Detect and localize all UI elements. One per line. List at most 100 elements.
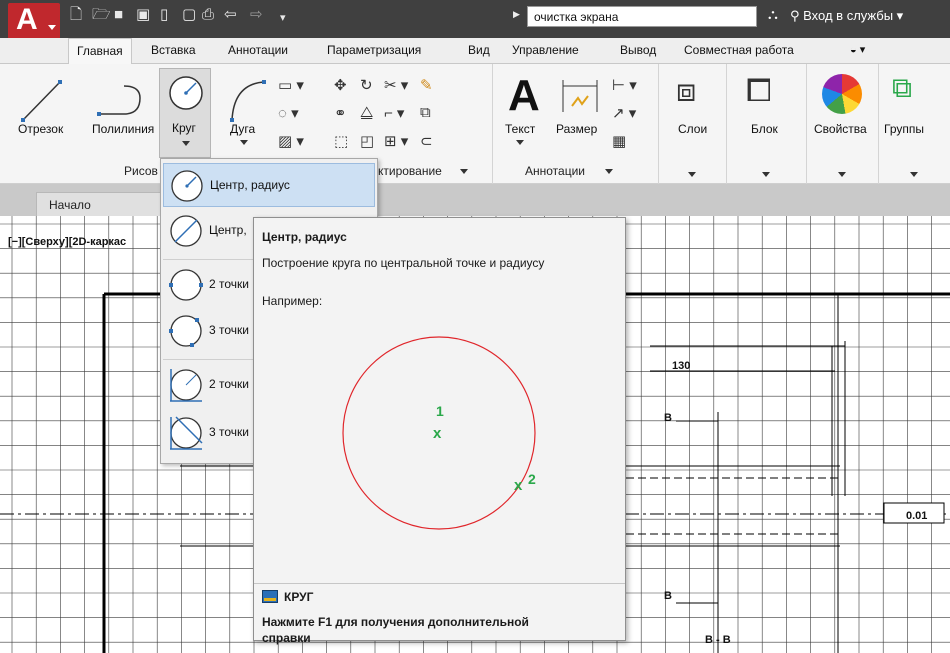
- ribbon-separator: [492, 64, 493, 184]
- chevron-down-icon[interactable]: [605, 169, 613, 174]
- arc-button-label[interactable]: Дуга: [230, 122, 255, 136]
- groups-icon[interactable]: ⧉: [892, 72, 912, 105]
- hatch-icon[interactable]: ▨ ▾: [278, 132, 304, 150]
- undo-icon[interactable]: ⇦: [224, 6, 237, 24]
- section-label: B: [664, 590, 672, 602]
- chevron-down-icon[interactable]: [688, 172, 696, 177]
- mirror-icon[interactable]: ⧋: [360, 104, 373, 121]
- fillet-icon[interactable]: ⌐ ▾: [384, 104, 404, 122]
- block-button-label[interactable]: Блок: [751, 122, 778, 136]
- tab-collaborate[interactable]: Совместная работа: [684, 43, 794, 57]
- tab-manage[interactable]: Управление: [512, 43, 579, 57]
- offset-icon[interactable]: ⊂: [420, 132, 433, 150]
- ribbon-tabs: Главная Вставка Аннотации Параметризация…: [0, 38, 950, 65]
- ribbon-minimize-icon[interactable]: ◒ ▾: [850, 43, 865, 56]
- properties-icon[interactable]: [822, 74, 862, 114]
- chevron-down-icon[interactable]: [240, 140, 248, 145]
- dimension-icon[interactable]: [560, 76, 600, 116]
- chevron-down-icon[interactable]: [838, 172, 846, 177]
- chevron-down-icon[interactable]: [516, 140, 524, 145]
- arc-icon[interactable]: [228, 78, 268, 122]
- ribbon-separator: [806, 64, 807, 184]
- text-icon[interactable]: A: [508, 74, 540, 118]
- tooltip-help-text: Нажмите F1 для получения дополнительной …: [262, 615, 529, 645]
- menu-item-label: 3 точки: [209, 425, 249, 439]
- linear-dimension-icon[interactable]: ⊢ ▾: [612, 76, 637, 94]
- marker-2-label: 2: [528, 471, 536, 487]
- login-button[interactable]: ⚲ Вход в службы ▾: [790, 8, 903, 24]
- modify-group-label[interactable]: ктирование: [378, 164, 442, 178]
- groups-button-label[interactable]: Группы: [884, 122, 924, 136]
- tooltip-description: Построение круга по центральной точке и …: [262, 256, 545, 270]
- tab-annotate[interactable]: Аннотации: [228, 43, 288, 57]
- open-file-icon[interactable]: 🗁: [92, 6, 111, 24]
- tab-view[interactable]: Вид: [468, 43, 490, 57]
- search-expand-icon[interactable]: ▶: [513, 9, 520, 20]
- plot-preview-icon[interactable]: ▯: [160, 6, 168, 24]
- menu-item-label: 3 точки: [209, 323, 249, 337]
- search-input[interactable]: очистка экрана: [527, 6, 757, 27]
- viewport-controls[interactable]: [−][Сверху][2D-каркас: [8, 236, 126, 248]
- menu-item-label: Центр, радиус: [210, 178, 290, 192]
- marker-1-label: 1: [436, 403, 444, 419]
- chevron-down-icon[interactable]: [460, 169, 468, 174]
- copy-icon[interactable]: ⚭: [334, 104, 347, 122]
- circle-3-points-icon: [169, 315, 202, 347]
- title-bar: A 🗋 🗁 ■ ▣ ▯ ▢ ⎙ ⇦ ⇨ ▾ ▶ очистка экрана ⛬…: [0, 0, 950, 39]
- tab-insert[interactable]: Вставка: [151, 43, 196, 57]
- circle-tangent-radius-icon: [170, 369, 202, 402]
- ribbon-separator: [726, 64, 727, 184]
- chevron-down-icon: [48, 25, 56, 30]
- polyline-button-label[interactable]: Полилиния: [92, 122, 154, 136]
- binoculars-icon[interactable]: ⛬: [768, 6, 778, 23]
- polyline-icon[interactable]: [94, 78, 144, 124]
- print-icon[interactable]: ⎙: [202, 6, 214, 24]
- circle-2-points-icon: [169, 269, 203, 301]
- circle-center-diameter-icon: [170, 215, 202, 247]
- circle-center-radius-icon: [171, 170, 203, 202]
- layers-icon[interactable]: ⧈: [676, 72, 696, 110]
- autocad-logo-icon: A: [16, 3, 38, 36]
- properties-button-label[interactable]: Свойства: [814, 122, 867, 136]
- block-icon[interactable]: ⧠: [746, 72, 772, 110]
- rectangle-icon[interactable]: ▭ ▾: [278, 76, 304, 94]
- rotate-icon[interactable]: ↻: [360, 76, 373, 94]
- customize-quick-access-icon[interactable]: ▾: [280, 9, 286, 27]
- save-as-icon[interactable]: ▣: [136, 6, 150, 24]
- leader-icon[interactable]: ↗ ▾: [612, 104, 636, 122]
- tooltip-title: Центр, радиус: [262, 230, 347, 244]
- ribbon-separator: [878, 64, 879, 184]
- erase-icon[interactable]: ✎: [420, 76, 433, 94]
- explode-icon[interactable]: ⧉: [420, 104, 431, 121]
- layers-button-label[interactable]: Слои: [678, 122, 707, 136]
- redo-icon[interactable]: ⇨: [250, 6, 263, 24]
- tab-parametric[interactable]: Параметризация: [327, 43, 421, 57]
- circle-button[interactable]: Круг: [159, 68, 211, 158]
- draw-group-label[interactable]: Рисов: [124, 164, 158, 178]
- text-button-label[interactable]: Текст: [505, 122, 535, 136]
- table-icon[interactable]: ▦: [612, 132, 626, 150]
- user-icon: ⚲: [790, 8, 800, 23]
- export-icon[interactable]: ▢: [182, 6, 196, 24]
- stretch-icon[interactable]: ⬚: [334, 132, 348, 150]
- application-menu-button[interactable]: A: [8, 3, 60, 39]
- tooltip-divider: [254, 583, 625, 584]
- dimension-button-label[interactable]: Размер: [556, 122, 597, 136]
- ellipse-icon[interactable]: ◌ ▾: [278, 104, 299, 122]
- annotations-group-label[interactable]: Аннотации: [525, 164, 585, 178]
- new-file-icon[interactable]: 🗋: [70, 6, 82, 24]
- line-button-label[interactable]: Отрезок: [18, 122, 63, 136]
- line-icon[interactable]: [20, 78, 64, 124]
- chevron-down-icon[interactable]: [762, 172, 770, 177]
- scale-icon[interactable]: ◰: [360, 132, 374, 150]
- command-icon: [262, 590, 278, 603]
- tab-home[interactable]: Главная: [68, 38, 132, 65]
- save-icon[interactable]: ■: [114, 6, 123, 24]
- tab-output[interactable]: Вывод: [620, 43, 656, 57]
- trim-icon[interactable]: ✂ ▾: [384, 76, 408, 94]
- menu-item-center-radius[interactable]: Центр, радиус: [163, 163, 375, 207]
- ribbon-separator: [658, 64, 659, 184]
- move-icon[interactable]: ✥: [334, 76, 347, 94]
- array-icon[interactable]: ⊞ ▾: [384, 132, 408, 150]
- chevron-down-icon[interactable]: [910, 172, 918, 177]
